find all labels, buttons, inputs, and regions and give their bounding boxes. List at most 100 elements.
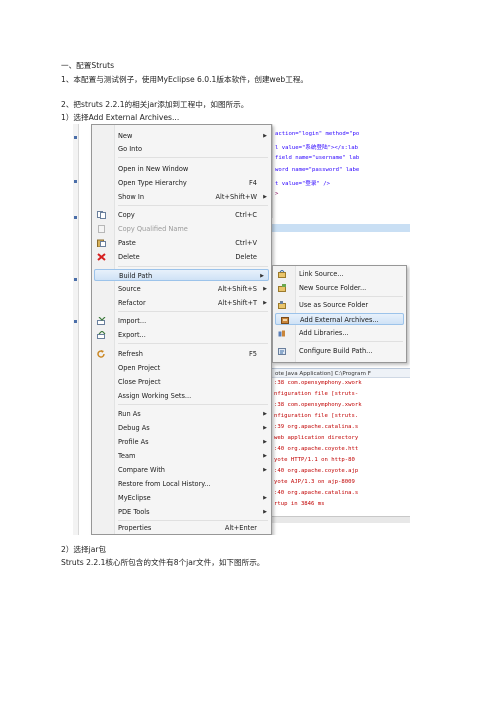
library-icon	[278, 329, 287, 337]
console-line: nfiguration file [struts-	[274, 391, 359, 397]
menu-item-label: Build Path	[119, 272, 153, 280]
menu-item-label: Copy	[118, 211, 135, 219]
shortcut-label: Ctrl+V	[235, 239, 257, 247]
menu-item-debug-as[interactable]: Debug As ▶	[92, 422, 271, 434]
submenu-item-new-source-folder[interactable]: New Source Folder...	[273, 282, 406, 294]
menu-item-assign-working-sets[interactable]: Assign Working Sets...	[92, 390, 271, 402]
menu-separator	[118, 266, 268, 267]
build-path-submenu: Link Source... New Source Folder... Use …	[272, 265, 407, 363]
menu-item-label: Add Libraries...	[299, 329, 349, 337]
console-line: :40 org.apache.catalina.s	[274, 490, 359, 496]
code-editor[interactable]: action="login" method="po l value="系统登陆"…	[272, 124, 410, 218]
menu-item-run-as[interactable]: Run As ▶	[92, 408, 271, 420]
shortcut-label: Alt+Shift+S	[217, 285, 257, 293]
menu-item-label: Open in New Window	[118, 165, 189, 173]
menu-item-open-type-hierarchy[interactable]: Open Type Hierarchy F4	[92, 177, 271, 189]
menu-separator	[118, 404, 268, 405]
menu-item-team[interactable]: Team ▶	[92, 450, 271, 462]
code-line: field name="username" lab	[275, 155, 360, 161]
menu-item-label: Open Project	[118, 364, 161, 372]
menu-item-label: Team	[118, 452, 136, 460]
shortcut-label: Alt+Enter	[224, 524, 257, 532]
menu-item-label: Show In	[118, 193, 145, 201]
menu-item-export[interactable]: Export...	[92, 329, 271, 341]
menu-item-properties[interactable]: Properties Alt+Enter	[92, 522, 271, 534]
code-line: >	[275, 191, 279, 197]
configure-build-path-icon	[278, 347, 287, 355]
menu-item-show-in[interactable]: Show In Alt+Shift+W ▶	[92, 191, 271, 203]
menu-item-label: Delete	[118, 253, 140, 261]
copy-qualified-icon	[97, 225, 106, 233]
console-scrollbar[interactable]	[272, 516, 410, 523]
menu-item-refresh[interactable]: Refresh F5	[92, 348, 271, 360]
menu-item-compare-with[interactable]: Compare With ▶	[92, 464, 271, 476]
submenu-arrow-icon: ▶	[263, 467, 267, 473]
submenu-item-configure-build-path[interactable]: Configure Build Path...	[273, 345, 406, 357]
submenu-item-add-libraries[interactable]: Add Libraries...	[273, 327, 406, 339]
console-line: :38 com.opensymphony.xwork	[274, 402, 362, 408]
menu-item-new[interactable]: New ▶	[92, 130, 271, 142]
code-line: t value="登录" />	[275, 181, 330, 187]
menu-item-copy-qualified-name[interactable]: Copy Qualified Name	[92, 223, 271, 235]
menu-item-pde-tools[interactable]: PDE Tools ▶	[92, 506, 271, 518]
menu-item-copy[interactable]: Copy Ctrl+C	[92, 209, 271, 221]
shortcut-label: Alt+Shift+W	[215, 193, 258, 201]
menu-separator	[118, 157, 268, 158]
menu-item-label: Link Source...	[299, 270, 344, 278]
menu-item-build-path[interactable]: Build Path ▶	[94, 269, 269, 281]
menu-item-source[interactable]: Source Alt+Shift+S ▶	[92, 283, 271, 295]
menu-item-label: Import...	[118, 317, 147, 325]
menu-item-paste[interactable]: Paste Ctrl+V	[92, 237, 271, 249]
menu-item-close-project[interactable]: Close Project	[92, 376, 271, 388]
submenu-arrow-icon: ▶	[260, 273, 264, 279]
menu-item-label: Properties	[118, 524, 152, 532]
menu-item-label: Run As	[118, 410, 141, 418]
code-line: word name="password" labe	[275, 167, 360, 173]
menu-item-label: Go Into	[118, 145, 142, 153]
shortcut-label: Ctrl+C	[235, 211, 257, 219]
console-line: rtup in 3846 ms	[274, 501, 325, 507]
menu-item-import[interactable]: Import...	[92, 315, 271, 327]
menu-item-delete[interactable]: Delete Delete	[92, 251, 271, 263]
menu-item-label: PDE Tools	[118, 508, 150, 516]
menu-item-profile-as[interactable]: Profile As ▶	[92, 436, 271, 448]
menu-item-label: Debug As	[118, 424, 150, 432]
export-icon	[97, 330, 106, 339]
tree-node-icon	[74, 320, 77, 323]
menu-item-label: MyEclipse	[118, 494, 151, 502]
code-line: action="login" method="po	[275, 131, 360, 137]
menu-item-label: Source	[118, 285, 141, 293]
menu-item-open-project[interactable]: Open Project	[92, 362, 271, 374]
menu-item-refactor[interactable]: Refactor Alt+Shift+T ▶	[92, 297, 271, 309]
menu-separator	[118, 520, 268, 521]
submenu-arrow-icon: ▶	[263, 300, 267, 306]
console-line: :38 com.opensymphony.xwork	[274, 380, 362, 386]
submenu-arrow-icon: ▶	[263, 411, 267, 417]
menu-item-myeclipse[interactable]: MyEclipse ▶	[92, 492, 271, 504]
menu-item-label: Copy Qualified Name	[118, 225, 188, 233]
step-2-1-text: 1）选择Add External Archives...	[61, 113, 180, 122]
menu-item-open-new-window[interactable]: Open in New Window	[92, 163, 271, 175]
tree-node-icon	[74, 136, 77, 139]
menu-separator	[118, 205, 268, 206]
link-source-icon	[278, 269, 287, 278]
menu-item-restore-local-history[interactable]: Restore from Local History...	[92, 478, 271, 490]
menu-item-label: Open Type Hierarchy	[118, 179, 187, 187]
tree-node-icon	[74, 180, 77, 183]
menu-item-label: Close Project	[118, 378, 161, 386]
menu-item-label: Assign Working Sets...	[118, 392, 192, 400]
submenu-item-add-external-archives[interactable]: Add External Archives...	[275, 313, 404, 325]
console-line: nfiguration file [struts.	[274, 413, 359, 419]
submenu-arrow-icon: ▶	[263, 133, 267, 139]
submenu-item-link-source[interactable]: Link Source...	[273, 268, 406, 280]
menu-item-go-into[interactable]: Go Into	[92, 143, 271, 155]
console-header: ote Java Application] C:\Program F	[272, 368, 410, 378]
step-1-text: 1、本配置与测试例子，使用MyEclipse 6.0.1版本软件，创建web工程…	[61, 75, 309, 84]
console-line: :40 org.apache.coyote.htt	[274, 446, 359, 452]
submenu-item-use-as-source-folder[interactable]: Use as Source Folder	[273, 299, 406, 311]
submenu-arrow-icon: ▶	[263, 425, 267, 431]
eclipse-screenshot: action="login" method="po l value="系统登陆"…	[73, 124, 410, 535]
submenu-arrow-icon: ▶	[263, 439, 267, 445]
source-folder-icon	[278, 301, 287, 309]
delete-icon	[97, 253, 106, 261]
